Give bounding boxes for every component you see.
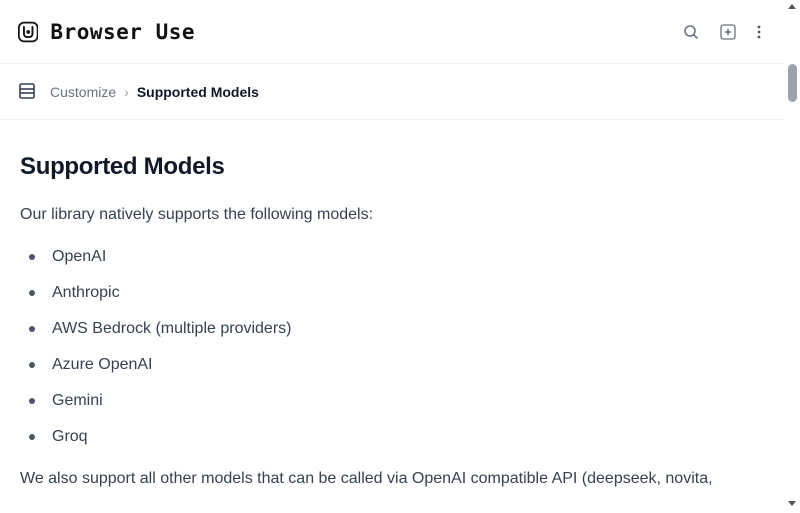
list-item: AWS Bedrock (multiple providers) [20, 311, 780, 347]
intro-paragraph: Our library natively supports the follow… [20, 206, 374, 223]
outro-paragraph: We also support all other models that ca… [20, 470, 713, 487]
search-button[interactable] [675, 16, 707, 48]
top-navbar: Browser Use [0, 0, 784, 64]
page-title[interactable]: Supported Models [20, 150, 780, 184]
logo-link[interactable]: Browser Use [16, 17, 195, 46]
scroll-down-arrow-icon[interactable] [788, 501, 796, 506]
main-content: Supported Models Our library natively su… [20, 150, 780, 491]
sparkle-icon [720, 24, 736, 40]
list-item: OpenAI [20, 239, 780, 275]
menu-icon [19, 83, 35, 99]
list-item: Gemini [20, 383, 780, 419]
list-item: Anthropic [20, 275, 780, 311]
scroll-up-arrow-icon[interactable] [788, 4, 796, 9]
sidebar-toggle-button[interactable] [18, 82, 36, 100]
breadcrumb: Customize › Supported Models [50, 81, 259, 103]
breadcrumb-current: Supported Models [136, 84, 259, 100]
list-item: Azure OpenAI [20, 347, 780, 383]
logo-text: Browser Use [50, 19, 195, 44]
breadcrumb-parent[interactable]: Customize [50, 84, 116, 100]
models-list: OpenAI Anthropic AWS Bedrock (multiple p… [20, 239, 780, 455]
ai-assistant-button[interactable] [718, 22, 738, 42]
scrollbar-thumb[interactable] [788, 64, 797, 102]
more-vertical-icon [757, 25, 761, 39]
more-options-button[interactable] [749, 16, 769, 48]
list-item: Groq [20, 419, 780, 455]
breadcrumb-separator: › [124, 84, 129, 100]
search-icon [684, 25, 698, 39]
browser-use-logo-icon [18, 21, 39, 42]
